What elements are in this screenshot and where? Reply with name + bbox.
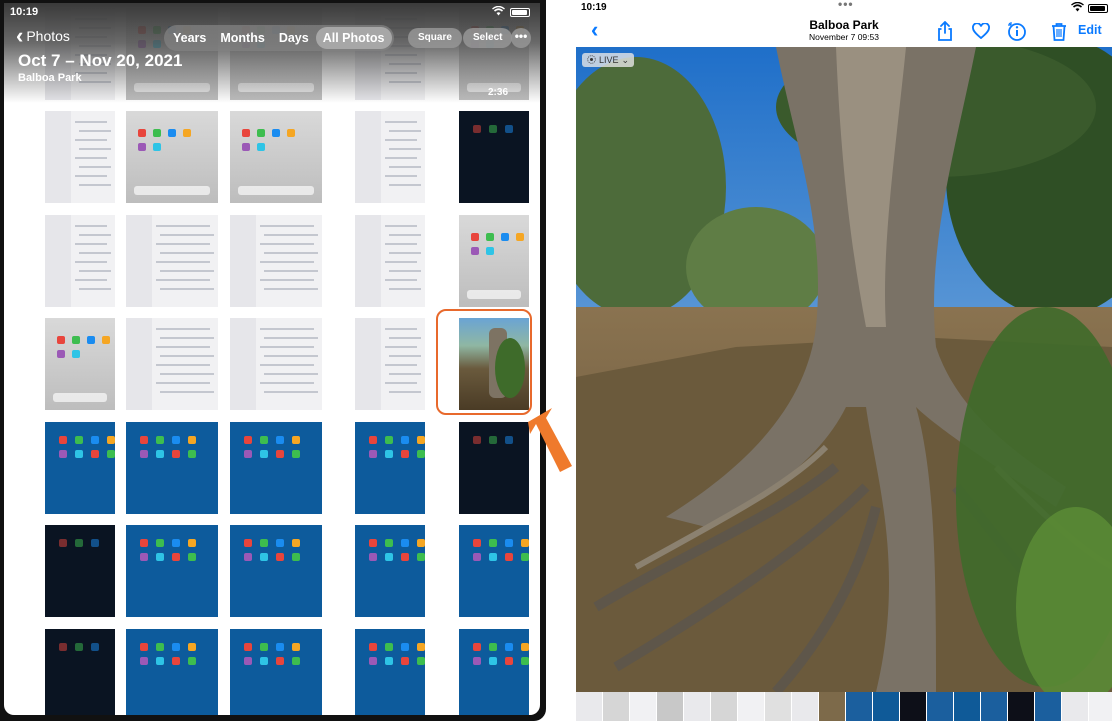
photo-thumbnail[interactable] — [355, 111, 425, 203]
filmstrip-thumbnail[interactable] — [1008, 692, 1034, 721]
location-subtitle: Balboa Park — [18, 72, 82, 84]
filmstrip-thumbnail[interactable] — [1089, 692, 1112, 721]
selected-photo-highlight — [436, 309, 532, 415]
filmstrip-thumbnail[interactable] — [927, 692, 953, 721]
chevron-down-icon: ⌄ — [621, 54, 630, 65]
photo-thumbnail[interactable] — [355, 525, 425, 617]
photo-thumbnail[interactable] — [459, 422, 529, 514]
photo-thumbnail[interactable] — [126, 525, 218, 617]
battery-icon — [510, 8, 530, 17]
back-to-photos-button[interactable]: ‹ Photos — [16, 23, 70, 48]
live-label: LIVE — [599, 55, 619, 65]
photo-thumbnail[interactable] — [230, 629, 322, 715]
edit-button[interactable]: Edit — [1078, 23, 1102, 37]
photo-thumbnail[interactable] — [230, 318, 322, 410]
photo-thumbnail[interactable] — [126, 215, 218, 307]
more-options-button[interactable]: ••• — [511, 28, 531, 48]
status-time: 10:19 — [581, 2, 607, 13]
photo-thumbnail[interactable] — [230, 422, 322, 514]
photo-thumbnail[interactable] — [355, 629, 425, 715]
multitasking-indicator[interactable]: ••• — [838, 0, 854, 11]
view-segmented-control: Years Months Days All Photos — [164, 25, 394, 51]
photo-thumbnail[interactable] — [45, 215, 115, 307]
trash-icon[interactable] — [1048, 20, 1070, 42]
filmstrip-thumbnail[interactable] — [954, 692, 980, 721]
filmstrip-thumbnail[interactable] — [792, 692, 818, 721]
photo-nav-bar: ‹ Balboa Park November 7 09:53 Edit — [576, 14, 1112, 46]
photo-thumbnail[interactable] — [230, 215, 322, 307]
segment-years[interactable]: Years — [166, 27, 213, 49]
photo-thumbnail[interactable] — [45, 525, 115, 617]
photo-thumbnail[interactable] — [126, 318, 218, 410]
photo-thumbnail[interactable] — [45, 629, 115, 715]
photo-title: Balboa Park — [809, 18, 879, 32]
photo-thumbnail[interactable] — [230, 111, 322, 203]
photo-thumbnail[interactable] — [45, 318, 115, 410]
filmstrip-thumbnail[interactable] — [630, 692, 656, 721]
heart-icon[interactable] — [970, 20, 992, 42]
filmstrip-thumbnail[interactable] — [603, 692, 629, 721]
photo-thumbnail[interactable] — [230, 525, 322, 617]
filmstrip-thumbnail[interactable] — [738, 692, 764, 721]
info-icon[interactable] — [1006, 20, 1028, 42]
photo-thumbnail[interactable] — [355, 215, 425, 307]
segment-all-photos[interactable]: All Photos — [315, 27, 392, 49]
photo-thumbnail[interactable] — [126, 111, 218, 203]
arrow-icon — [528, 408, 572, 472]
photo-thumbnail[interactable] — [355, 422, 425, 514]
photo-thumbnail[interactable] — [459, 215, 529, 307]
filmstrip-thumbnail[interactable] — [873, 692, 899, 721]
filmstrip-thumbnail[interactable] — [657, 692, 683, 721]
photo-date-time: November 7 09:53 — [809, 32, 879, 42]
photo-thumbnail[interactable] — [355, 318, 425, 410]
filmstrip-thumbnail[interactable] — [981, 692, 1007, 721]
back-label: Photos — [26, 28, 70, 44]
filmstrip-thumbnail[interactable] — [765, 692, 791, 721]
photo-thumbnail[interactable] — [459, 525, 529, 617]
live-photo-icon — [587, 54, 596, 66]
photo-thumbnail[interactable] — [126, 422, 218, 514]
photos-grid-screen: 2:36 10:19 ‹ Photos Oct 7 – Nov 20, 2021… — [4, 3, 540, 715]
photo-filmstrip[interactable] — [576, 692, 1112, 721]
photo-thumbnail[interactable] — [459, 629, 529, 715]
photo-thumbnail[interactable] — [126, 629, 218, 715]
status-bar: 10:19 — [4, 3, 540, 21]
filmstrip-thumbnail[interactable] — [711, 692, 737, 721]
square-button[interactable]: Square — [408, 28, 462, 48]
left-ipad-frame: 2:36 10:19 ‹ Photos Oct 7 – Nov 20, 2021… — [0, 0, 546, 721]
video-duration-label: 2:36 — [488, 87, 509, 98]
photo-detail-screen: 10:19 ••• ‹ Balboa Park November 7 09:53… — [576, 0, 1112, 721]
filmstrip-thumbnail[interactable] — [576, 692, 602, 721]
filmstrip-thumbnail[interactable] — [684, 692, 710, 721]
select-button[interactable]: Select — [463, 28, 513, 48]
filmstrip-thumbnail[interactable] — [819, 692, 845, 721]
share-icon[interactable] — [934, 20, 956, 42]
segment-months[interactable]: Months — [213, 27, 271, 49]
photo-thumbnail[interactable] — [45, 111, 115, 203]
main-photo[interactable]: LIVE ⌄ — [576, 47, 1112, 692]
filmstrip-thumbnail[interactable] — [846, 692, 872, 721]
date-range-title: Oct 7 – Nov 20, 2021 — [18, 51, 183, 70]
photo-thumbnail[interactable] — [45, 422, 115, 514]
wifi-icon — [492, 5, 505, 19]
live-photo-badge[interactable]: LIVE ⌄ — [582, 53, 635, 67]
status-time: 10:19 — [10, 6, 39, 18]
tree-photo-image — [576, 47, 1112, 692]
photo-thumbnail[interactable] — [459, 111, 529, 203]
chevron-left-icon: ‹ — [16, 23, 24, 48]
filmstrip-thumbnail[interactable] — [1035, 692, 1061, 721]
segment-days[interactable]: Days — [272, 27, 316, 49]
filmstrip-thumbnail[interactable] — [900, 692, 926, 721]
battery-icon — [1088, 4, 1108, 13]
filmstrip-thumbnail[interactable] — [1062, 692, 1088, 721]
